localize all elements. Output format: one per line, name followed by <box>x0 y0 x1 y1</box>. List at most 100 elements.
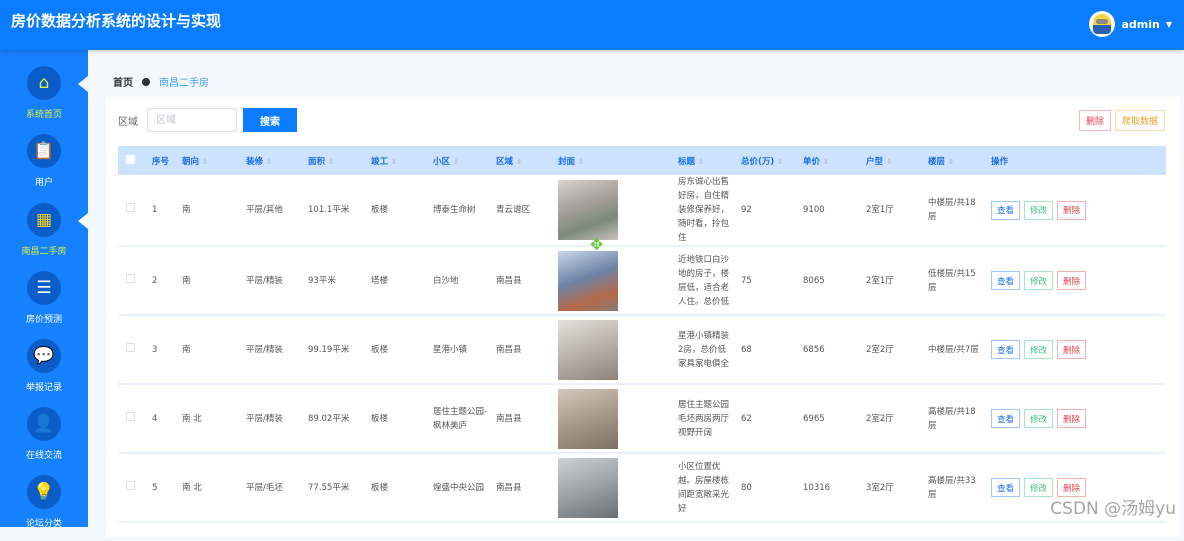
breadcrumb-home[interactable]: 首页 <box>113 74 133 89</box>
sort-icon[interactable]: ⇳ <box>516 158 522 166</box>
select-all-cell <box>118 146 144 175</box>
sidebar-item-nanchang-houses[interactable]: ▦ 南昌二手房 <box>0 203 88 269</box>
district-search-input[interactable] <box>147 108 237 132</box>
edit-button[interactable]: 修改 <box>1024 478 1054 497</box>
delete-button[interactable]: 删除 <box>1057 409 1087 428</box>
grid-icon: ▦ <box>27 203 61 237</box>
view-button[interactable]: 查看 <box>991 478 1021 497</box>
sidebar-item-label: 南昌二手房 <box>21 247 67 257</box>
column-header[interactable]: 楼层 ⇳ <box>920 146 983 175</box>
cover-image[interactable] <box>558 250 618 311</box>
search-button[interactable]: 搜索 <box>243 108 297 132</box>
cell-area: 101.1平米 <box>300 175 363 247</box>
sidebar-item-reports[interactable]: 💬 举报记录 <box>0 339 88 405</box>
sidebar-item-forum-category[interactable]: 💡 论坛分类 <box>0 475 88 541</box>
column-header[interactable]: 小区 ⇳ <box>425 146 488 175</box>
sort-icon[interactable]: ⇳ <box>948 158 954 166</box>
column-header-label: 竣工 <box>371 156 389 167</box>
cell-total: 75 <box>733 246 795 316</box>
top-header: 房价数据分析系统的设计与实现 admin ▼ <box>0 0 1184 50</box>
column-header-label: 操作 <box>991 156 1009 167</box>
cell-deco: 平层/毛坯 <box>238 453 300 523</box>
sidebar-item-label: 系统首页 <box>25 110 62 120</box>
cover-image[interactable] <box>558 457 618 518</box>
cell-total: 80 <box>733 453 795 523</box>
sidebar-item-chat[interactable]: 👤 在线交流 <box>0 407 88 473</box>
view-button[interactable]: 查看 <box>991 340 1021 359</box>
column-header-label: 标题 <box>678 156 696 167</box>
select-all-checkbox[interactable] <box>126 154 135 164</box>
bulb-icon: 💡 <box>27 475 61 509</box>
list-icon: ☰ <box>27 271 61 305</box>
column-header[interactable]: 标题 ⇳ <box>670 146 733 175</box>
cell-unit: 9100 <box>795 175 858 247</box>
row-checkbox[interactable] <box>126 411 135 421</box>
row-select-cell <box>118 453 144 523</box>
view-button[interactable]: 查看 <box>991 271 1021 290</box>
move-cursor-icon: ✥ <box>590 235 604 254</box>
cell-layout: 2室2厅 <box>858 384 920 454</box>
view-button[interactable]: 查看 <box>991 200 1021 220</box>
column-header[interactable]: 装修 ⇳ <box>238 146 300 175</box>
column-header[interactable]: 单价 ⇳ <box>795 146 858 175</box>
crawl-data-button[interactable]: 爬取数据 <box>1115 110 1166 131</box>
batch-delete-button[interactable]: 删除 <box>1079 110 1112 131</box>
cell-deco: 平层/精装 <box>238 384 300 454</box>
breadcrumb: 首页 南昌二手房 <box>113 74 209 89</box>
column-header[interactable]: 面积 ⇳ <box>300 146 363 175</box>
row-select-cell <box>118 384 144 454</box>
column-header: 序号 <box>144 146 174 175</box>
breadcrumb-current[interactable]: 南昌二手房 <box>159 74 209 89</box>
sort-icon[interactable]: ⇳ <box>453 158 459 166</box>
row-checkbox[interactable] <box>126 203 135 212</box>
sidebar-item-price-prediction[interactable]: ☰ 房价预测 <box>0 271 88 337</box>
active-notch <box>78 213 88 229</box>
edit-button[interactable]: 修改 <box>1024 271 1054 290</box>
cover-cell <box>550 384 670 454</box>
row-checkbox[interactable] <box>126 342 135 352</box>
column-header[interactable]: 竣工 ⇳ <box>363 146 425 175</box>
sort-icon[interactable]: ⇳ <box>886 158 892 166</box>
sidebar-item-users[interactable]: 📋 用户 <box>0 134 88 200</box>
delete-button[interactable]: 删除 <box>1057 200 1087 220</box>
delete-button[interactable]: 删除 <box>1057 340 1087 359</box>
cover-image[interactable] <box>558 388 618 449</box>
edit-button[interactable]: 修改 <box>1024 340 1054 359</box>
sort-icon[interactable]: ⇳ <box>266 158 272 166</box>
cell-community: 博泰生命树 <box>425 175 488 247</box>
table-row: 2 南平层/精装 93平米 塔楼 白沙地 南昌县 近地铁口白沙地的房子，楼层低，适合老人住。… <box>118 246 1166 316</box>
cell-title: 星港小镇精装2房，总价低家具家电俱全 <box>670 315 733 385</box>
watermark: CSDN @汤姆yu <box>1050 499 1176 519</box>
sort-icon[interactable]: ⇳ <box>777 158 783 166</box>
column-header[interactable]: 区域 ⇳ <box>488 146 550 175</box>
search-bar: 区域 搜索 <box>118 108 297 132</box>
column-header[interactable]: 封面 ⇳ <box>550 146 670 175</box>
sort-icon[interactable]: ⇳ <box>698 158 704 166</box>
delete-button[interactable]: 删除 <box>1057 271 1087 290</box>
row-checkbox[interactable] <box>126 273 135 283</box>
actions-cell: 查看 修改 删除 <box>983 315 1166 385</box>
row-checkbox[interactable] <box>126 480 135 490</box>
sidebar-item-home[interactable]: ⌂ 系统首页 <box>0 66 88 132</box>
column-header-label: 序号 <box>152 156 170 167</box>
cover-image[interactable] <box>558 180 618 240</box>
user-menu[interactable]: admin ▼ <box>1089 11 1172 37</box>
sort-icon[interactable]: ⇳ <box>202 158 208 166</box>
view-button[interactable]: 查看 <box>991 409 1021 428</box>
cover-image[interactable] <box>558 319 618 380</box>
edit-button[interactable]: 修改 <box>1024 409 1054 428</box>
cell-no: 1 <box>144 175 174 247</box>
sort-icon[interactable]: ⇳ <box>328 158 334 166</box>
edit-button[interactable]: 修改 <box>1024 200 1054 220</box>
table-row: 3 南平层/精装 99.19平米 板楼 星港小镇 南昌县 星港小镇精装2房，总价低家具家电俱… <box>118 315 1166 385</box>
sort-icon[interactable]: ⇳ <box>391 158 397 166</box>
column-header[interactable]: 总价(万) ⇳ <box>733 146 795 175</box>
column-header[interactable]: 户型 ⇳ <box>858 146 920 175</box>
cell-title: 居住主题公园毛坯两房两厅 视野开阔 <box>670 384 733 454</box>
sort-icon[interactable]: ⇳ <box>823 158 829 166</box>
column-header[interactable]: 朝向 ⇳ <box>174 146 238 175</box>
sort-icon[interactable]: ⇳ <box>578 158 584 166</box>
table-row: 1 南平层/其他 101.1平米 板楼 博泰生命树 青云谱区 房东诚心出售好房，自住精装修保… <box>118 175 1166 247</box>
row-select-cell <box>118 175 144 247</box>
column-header-label: 区域 <box>496 156 514 167</box>
